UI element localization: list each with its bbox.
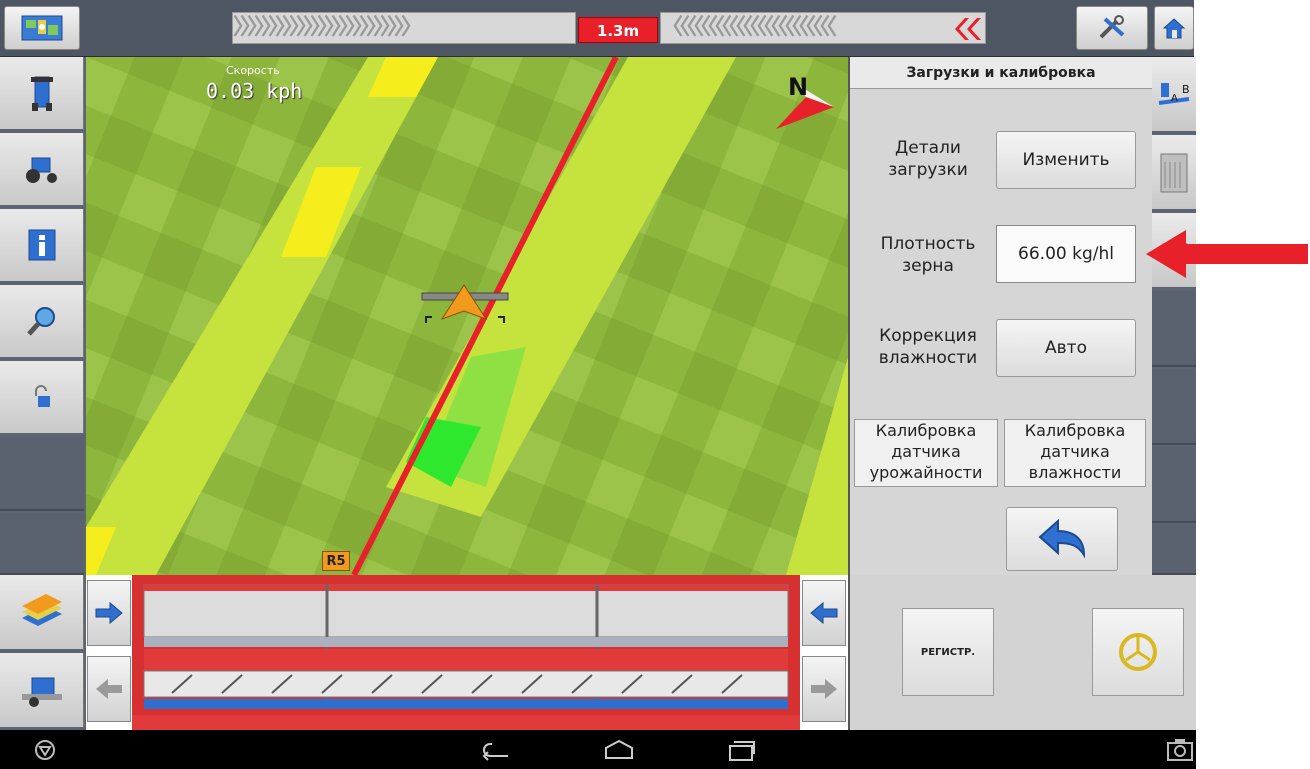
moisture-auto-button[interactable]: Авто xyxy=(996,319,1136,377)
shift-right-button[interactable] xyxy=(87,580,131,646)
bottom-right-panel: РЕГИСТР. xyxy=(848,575,1196,730)
nav-back-icon[interactable] xyxy=(480,738,514,762)
ab-line-icon: B A xyxy=(1158,83,1190,105)
power-icon[interactable] xyxy=(33,738,57,762)
tractor-icon xyxy=(25,157,57,183)
arrow-right-icon xyxy=(95,601,123,625)
unlock-icon xyxy=(34,385,50,407)
ab-line-button[interactable]: B A xyxy=(1152,57,1196,133)
combine-icon xyxy=(21,677,62,707)
layers-icon xyxy=(21,594,62,626)
empty-slot xyxy=(0,437,84,511)
empty-slot xyxy=(1152,525,1196,575)
android-nav-bar xyxy=(0,730,1196,769)
north-label: N xyxy=(788,73,809,101)
app-screen: 〉〉〉〉〉〉〉〉〉〉〉〉〉〉〉〉〉〉〉〉〉〉〉〉〉 1.3m 〈〈〈〈〈〈〈〈〈… xyxy=(0,0,1310,769)
right-toolbar: B A xyxy=(1152,57,1196,575)
yield-sensor-calibration-button[interactable]: Калибровка датчика урожайности xyxy=(854,419,998,487)
shift-right-right-side-button[interactable] xyxy=(802,656,846,722)
combine-top-view-icon xyxy=(30,76,53,111)
grain-density-label: Плотность зерна xyxy=(880,234,976,276)
vehicle-settings-button[interactable] xyxy=(0,133,84,207)
empty-slot xyxy=(1152,447,1196,523)
magnifier-icon xyxy=(26,307,55,336)
register-button[interactable]: РЕГИСТР. xyxy=(902,608,994,696)
info-button[interactable] xyxy=(0,209,84,283)
svg-text:A: A xyxy=(1171,93,1178,104)
field-map-icon xyxy=(21,15,63,41)
grain-tank-button[interactable] xyxy=(1152,135,1196,211)
steering-wheel-icon xyxy=(1119,633,1157,671)
map-canvas xyxy=(86,57,848,575)
speed-value: 0.03 kph xyxy=(206,79,303,103)
autosteer-button[interactable] xyxy=(1092,608,1184,696)
layers-button[interactable] xyxy=(0,575,84,651)
tools-icon xyxy=(1099,15,1125,39)
active-chevron-icon xyxy=(955,18,981,40)
load-details-label: Детали загрузки xyxy=(888,138,968,180)
moisture-sensor-calibration-button[interactable]: Калибровка датчика влажности xyxy=(1004,419,1146,487)
bottom-left-toolbar xyxy=(0,575,86,730)
lightbar-left: 〉〉〉〉〉〉〉〉〉〉〉〉〉〉〉〉〉〉〉〉〉〉〉〉〉 xyxy=(232,12,576,44)
empty-slot xyxy=(1152,369,1196,445)
left-toolbar xyxy=(0,57,86,575)
panel-title: Загрузки и калибровка xyxy=(850,57,1152,89)
svg-text:B: B xyxy=(1182,83,1190,96)
combine-header-button[interactable] xyxy=(0,653,84,729)
back-button[interactable] xyxy=(1006,507,1118,571)
home-button[interactable] xyxy=(1154,6,1194,50)
shift-left-button[interactable] xyxy=(87,656,131,722)
shift-left-right-side-button[interactable] xyxy=(802,580,846,646)
loads-calibration-panel: Загрузки и калибровка Детали загрузки Из… xyxy=(848,57,1152,575)
nav-recents-icon[interactable] xyxy=(724,738,758,762)
grain-tank-icon xyxy=(1160,153,1188,193)
arrow-left-icon xyxy=(810,601,838,625)
field-map-button[interactable] xyxy=(4,6,80,50)
nav-home-icon[interactable] xyxy=(602,738,636,762)
combine-header-image xyxy=(132,575,800,730)
edit-load-button[interactable]: Изменить xyxy=(996,131,1136,189)
row-label: R5 xyxy=(322,551,350,571)
combine-view-button[interactable] xyxy=(0,57,84,131)
lock-button[interactable] xyxy=(0,361,84,435)
empty-slot xyxy=(1152,291,1196,367)
zoom-button[interactable] xyxy=(0,285,84,359)
lightbar-right: 〈〈〈〈〈〈〈〈〈〈〈〈〈〈〈〈〈〈〈〈〈〈〈 xyxy=(660,12,986,44)
lightbar-offset-value: 1.3m xyxy=(578,17,658,43)
arrow-right-icon xyxy=(811,679,837,699)
top-bar: 〉〉〉〉〉〉〉〉〉〉〉〉〉〉〉〉〉〉〉〉〉〉〉〉〉 1.3m 〈〈〈〈〈〈〈〈〈… xyxy=(0,0,1194,57)
lightbar-right-chevrons: 〈〈〈〈〈〈〈〈〈〈〈〈〈〈〈〈〈〈〈〈〈〈〈 xyxy=(661,15,837,40)
field-map[interactable]: Скорость 0.03 kph N R5 xyxy=(86,57,848,575)
grain-density-field[interactable]: 66.00 kg/hl xyxy=(996,225,1136,283)
speed-label: Скорость xyxy=(226,64,280,77)
back-arrow-icon xyxy=(1038,519,1086,559)
screenshot-icon[interactable] xyxy=(1166,738,1194,762)
home-icon xyxy=(1162,18,1186,39)
moisture-correction-label: Коррекция влажности xyxy=(878,326,978,368)
annotation-arrow xyxy=(1146,230,1308,278)
arrow-left-icon xyxy=(96,679,122,699)
lightbar-left-chevrons: 〉〉〉〉〉〉〉〉〉〉〉〉〉〉〉〉〉〉〉〉〉〉〉〉〉 xyxy=(233,15,423,40)
header-graphic xyxy=(132,575,800,730)
tools-button[interactable] xyxy=(1076,6,1148,50)
empty-slot xyxy=(0,513,84,575)
info-icon xyxy=(28,229,55,261)
